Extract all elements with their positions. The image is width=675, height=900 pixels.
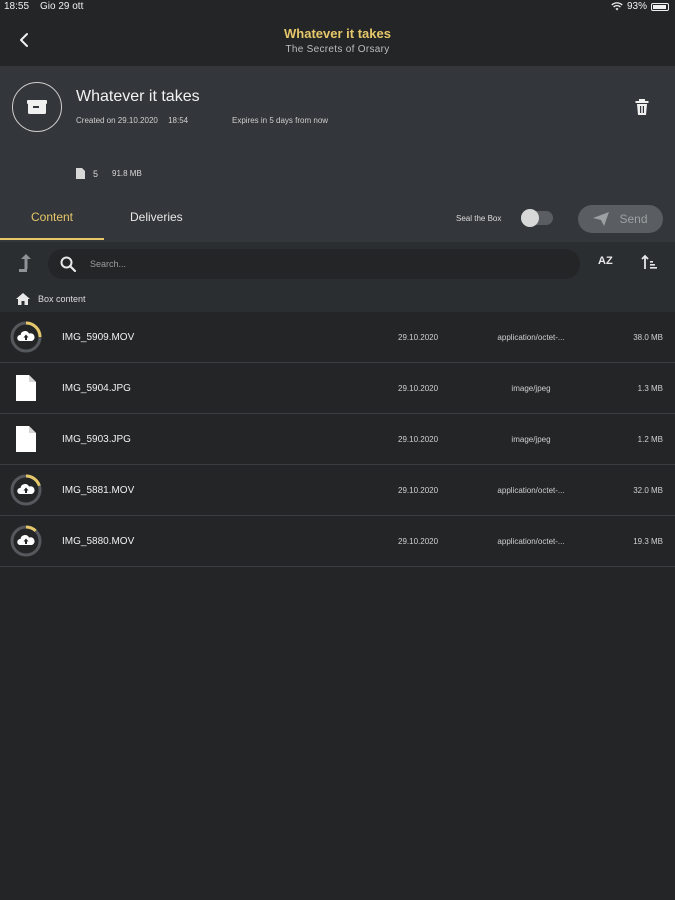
file-icon: [16, 375, 36, 401]
status-bar: 18:55 Gio 29 ott 93%: [0, 0, 675, 14]
search-bar[interactable]: [48, 249, 580, 279]
file-name: IMG_5903.JPG: [62, 434, 131, 445]
file-row[interactable]: IMG_5904.JPG 29.10.2020 image/jpeg 1.3 MB: [0, 363, 675, 414]
file-date: 29.10.2020: [398, 435, 439, 444]
file-row[interactable]: IMG_5909.MOV 29.10.2020 application/octet-…: [0, 312, 675, 363]
box-panel: Whatever it takes Created on 29.10.2020 …: [0, 66, 675, 242]
status-date: Gio 29 ott: [40, 1, 84, 12]
file-date: 29.10.2020: [398, 537, 439, 546]
upload-arrow-icon[interactable]: [16, 252, 36, 274]
status-right: 93%: [611, 1, 669, 12]
file-row[interactable]: IMG_5881.MOV 29.10.2020 application/octet-…: [0, 465, 675, 516]
expires-info: Expires in 5 days from now: [232, 116, 329, 125]
seal-label: Seal the Box: [456, 214, 502, 223]
search-input[interactable]: [90, 255, 550, 273]
file-name: IMG_5909.MOV: [62, 332, 135, 343]
file-row[interactable]: IMG_5903.JPG 29.10.2020 image/jpeg 1.2 MB: [0, 414, 675, 465]
wifi-icon: [611, 2, 623, 11]
file-icon: [16, 426, 36, 452]
box-stats: 5 91.8 MB: [76, 168, 142, 179]
file-list: IMG_5909.MOV 29.10.2020 application/octet-…: [0, 312, 675, 567]
file-name: IMG_5881.MOV: [62, 485, 135, 496]
seal-toggle[interactable]: [521, 209, 553, 227]
file-count-icon: [76, 168, 85, 179]
sort-az-button[interactable]: AZ: [598, 255, 613, 267]
file-size: 1.2 MB: [637, 435, 663, 444]
box-icon: [27, 100, 47, 114]
tab-deliveries[interactable]: Deliveries: [130, 210, 183, 224]
cloud-upload-progress-icon: [10, 525, 42, 557]
file-size: 32.0 MB: [633, 486, 663, 495]
file-type: application/octet-...: [497, 486, 565, 495]
file-date: 29.10.2020: [398, 333, 439, 342]
box-title: Whatever it takes: [76, 88, 200, 105]
tab-content[interactable]: Content: [0, 210, 104, 224]
created-time: 18:54: [168, 116, 189, 125]
send-icon: [593, 212, 610, 226]
file-date: 29.10.2020: [398, 384, 439, 393]
tab-active-indicator: [0, 238, 104, 240]
file-date: 29.10.2020: [398, 486, 439, 495]
battery-icon: [651, 2, 669, 11]
file-count: 5: [93, 168, 99, 179]
file-type: application/octet-...: [497, 537, 565, 546]
battery-percent: 93%: [626, 1, 647, 12]
file-row[interactable]: IMG_5880.MOV 29.10.2020 application/octet-…: [0, 516, 675, 567]
file-toolbar: AZ: [0, 242, 675, 286]
created-info: Created on 29.10.2020 18:54: [76, 116, 188, 125]
status-time: 18:55: [4, 1, 30, 12]
trash-icon[interactable]: [634, 98, 650, 116]
file-name: IMG_5880.MOV: [62, 536, 135, 547]
file-size: 38.0 MB: [633, 333, 663, 342]
file-name: IMG_5904.JPG: [62, 383, 131, 394]
file-type: image/jpeg: [511, 435, 551, 444]
cloud-upload-progress-icon: [10, 474, 42, 506]
header-title: Whatever it takes: [284, 26, 391, 41]
app-header: Whatever it takes The Secrets of Orsary: [0, 14, 675, 66]
file-size: 19.3 MB: [633, 537, 663, 546]
search-icon: [60, 256, 76, 272]
home-icon: [16, 293, 30, 305]
file-size: 1.3 MB: [637, 384, 663, 393]
header-subtitle: The Secrets of Orsary: [285, 44, 390, 55]
breadcrumb[interactable]: Box content: [0, 286, 675, 312]
sort-order-icon[interactable]: [640, 254, 658, 272]
file-type: image/jpeg: [511, 384, 551, 393]
toggle-knob: [521, 209, 539, 227]
breadcrumb-label: Box content: [38, 294, 86, 304]
total-size: 91.8 MB: [112, 169, 142, 178]
send-label: Send: [619, 212, 648, 226]
send-button[interactable]: Send: [578, 205, 663, 233]
cloud-upload-progress-icon: [10, 321, 42, 353]
box-avatar: [12, 82, 62, 132]
created-date: Created on 29.10.2020: [76, 116, 158, 125]
file-type: application/octet-...: [497, 333, 565, 342]
